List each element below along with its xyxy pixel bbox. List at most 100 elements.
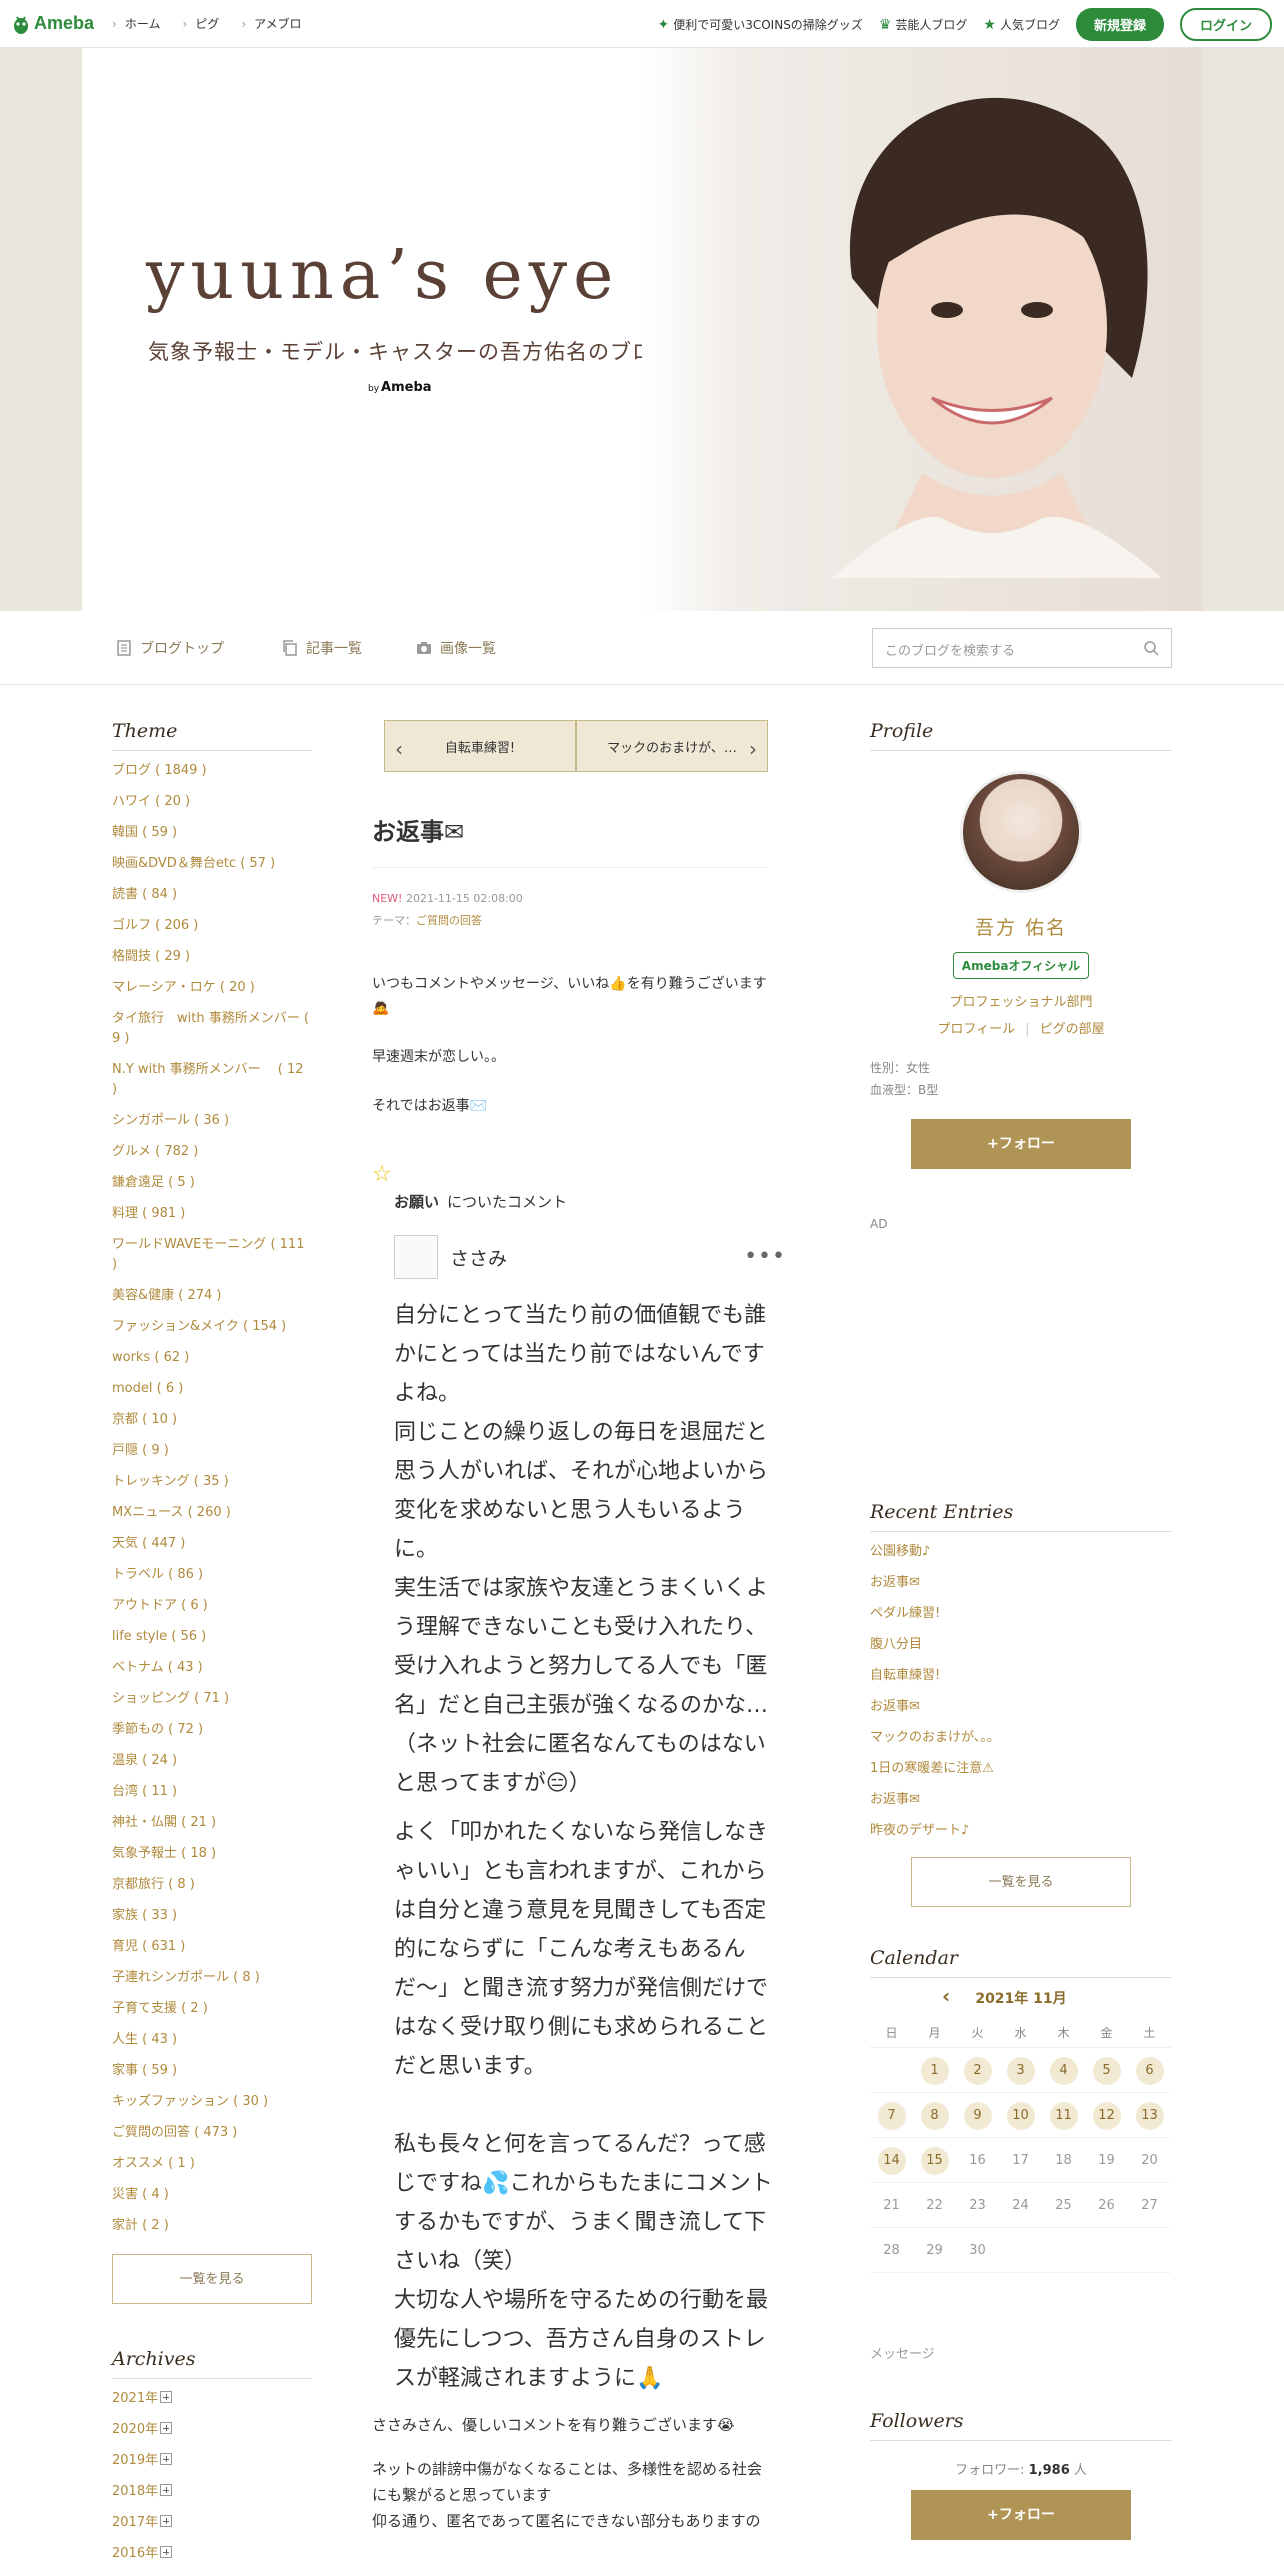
theme-item[interactable]: ワールドWAVEモーニング ( 111 ) (112, 1235, 312, 1275)
theme-item[interactable]: 京都旅行 ( 8 ) (112, 1875, 312, 1895)
theme-item[interactable]: オススメ ( 1 ) (112, 2154, 312, 2174)
entry-list-link[interactable]: 記事一覧 (282, 638, 362, 658)
register-button[interactable]: 新規登録 (1075, 8, 1164, 41)
theme-item[interactable]: 神社・仏閣 ( 21 ) (112, 1813, 312, 1833)
theme-item[interactable]: シンガポール ( 36 ) (112, 1111, 312, 1131)
recent-entry-item[interactable]: 1日の寒暖差に注意⚠ (870, 1759, 1172, 1779)
theme-item[interactable]: works ( 62 ) (112, 1348, 312, 1368)
recent-entry-item[interactable]: 腹八分目 (870, 1635, 1172, 1655)
theme-more-button[interactable]: 一覧を見る (112, 2254, 312, 2304)
follow-button[interactable]: +フォロー (911, 1119, 1131, 1169)
search-icon[interactable] (1143, 640, 1159, 656)
promo-link[interactable]: ✦ 便利で可愛い3COINSの掃除グッズ (657, 16, 862, 33)
blog-search-input[interactable]: このブログを検索する (872, 628, 1172, 668)
archive-item[interactable]: 2019年 (112, 2451, 312, 2471)
theme-item[interactable]: マレーシア・ロケ ( 20 ) (112, 978, 312, 998)
theme-item[interactable]: MXニュース ( 260 ) (112, 1503, 312, 1523)
theme-item[interactable]: 気象予報士 ( 18 ) (112, 1844, 312, 1864)
calendar-day[interactable]: 14 (870, 2138, 913, 2183)
calendar-day[interactable]: 11 (1042, 2093, 1085, 2138)
calendar-day[interactable]: 15 (913, 2138, 956, 2183)
archive-item[interactable]: 2018年 (112, 2482, 312, 2502)
calendar-day[interactable]: 6 (1128, 2048, 1171, 2093)
theme-item[interactable]: 京都 ( 10 ) (112, 1410, 312, 1430)
calendar-day[interactable]: 10 (999, 2093, 1042, 2138)
theme-item[interactable]: 天気 ( 447 ) (112, 1534, 312, 1554)
theme-item[interactable]: トレッキング ( 35 ) (112, 1472, 312, 1492)
theme-item[interactable]: ベトナム ( 43 ) (112, 1658, 312, 1678)
calendar-day[interactable]: 7 (870, 2093, 913, 2138)
calendar-day[interactable]: 13 (1128, 2093, 1171, 2138)
theme-item[interactable]: 子育て支援 ( 2 ) (112, 1999, 312, 2019)
avatar[interactable] (394, 1235, 438, 1279)
archive-item[interactable]: 2021年 (112, 2389, 312, 2409)
archive-item[interactable]: 2017年 (112, 2513, 312, 2533)
profile-name[interactable]: 吾方 佑名 (870, 913, 1172, 940)
expand-plus-icon[interactable] (160, 2515, 173, 2527)
calendar-day[interactable]: 2 (956, 2048, 999, 2093)
theme-item[interactable]: model ( 6 ) (112, 1379, 312, 1399)
recent-entry-item[interactable]: ペダル練習! (870, 1604, 1172, 1624)
theme-item[interactable]: ショッピング ( 71 ) (112, 1689, 312, 1709)
calendar-day[interactable]: 12 (1085, 2093, 1128, 2138)
theme-item[interactable]: 季節もの ( 72 ) (112, 1720, 312, 1740)
more-options-icon[interactable]: ••• (744, 1244, 786, 1269)
profile-photo[interactable] (960, 771, 1082, 893)
theme-item[interactable]: 家事 ( 59 ) (112, 2061, 312, 2081)
calendar-day[interactable]: 5 (1085, 2048, 1128, 2093)
theme-item[interactable]: アウトドア ( 6 ) (112, 1596, 312, 1616)
recent-entry-item[interactable]: お返事✉ (870, 1790, 1172, 1810)
profile-category[interactable]: プロフェッショナル部門 (870, 989, 1172, 1016)
calendar-day[interactable]: 9 (956, 2093, 999, 2138)
theme-item[interactable]: 家族 ( 33 ) (112, 1906, 312, 1926)
profile-link[interactable]: プロフィール (937, 1022, 1015, 1037)
recent-entry-item[interactable]: 公園移動♪ (870, 1542, 1172, 1562)
calendar-day[interactable]: 3 (999, 2048, 1042, 2093)
calendar-day[interactable]: 8 (913, 2093, 956, 2138)
archive-item[interactable]: 2016年 (112, 2544, 312, 2564)
recent-entry-item[interactable]: 昨夜のデザート♪ (870, 1821, 1172, 1841)
theme-item[interactable]: 格闘技 ( 29 ) (112, 947, 312, 967)
theme-item[interactable]: 人生 ( 43 ) (112, 2030, 312, 2050)
prev-entry-button[interactable]: ‹ 自転車練習! (384, 720, 576, 772)
image-list-link[interactable]: 画像一覧 (416, 638, 496, 658)
theme-item[interactable]: 子連れシンガポール ( 8 ) (112, 1968, 312, 1988)
calendar-day[interactable]: 1 (913, 2048, 956, 2093)
theme-item[interactable]: life style ( 56 ) (112, 1627, 312, 1647)
expand-plus-icon[interactable] (160, 2453, 173, 2465)
theme-item[interactable]: 温泉 ( 24 ) (112, 1751, 312, 1771)
theme-item[interactable]: キッズファッション ( 30 ) (112, 2092, 312, 2112)
theme-item[interactable]: ブログ ( 1849 ) (112, 761, 312, 781)
theme-item[interactable]: ゴルフ ( 206 ) (112, 916, 312, 936)
entry-theme-link[interactable]: ご質問の回答 (416, 914, 482, 927)
theme-item[interactable]: 料理 ( 981 ) (112, 1204, 312, 1224)
expand-plus-icon[interactable] (160, 2391, 173, 2403)
theme-item[interactable]: タイ旅行 with 事務所メンバー ( 9 ) (112, 1009, 312, 1049)
theme-item[interactable]: 韓国 ( 59 ) (112, 823, 312, 843)
pigg-room-link[interactable]: ピグの部屋 (1040, 1022, 1105, 1037)
theme-item[interactable]: 映画&DVD＆舞台etc ( 57 ) (112, 854, 312, 874)
recent-entry-item[interactable]: マックのおまけが、。。 (870, 1728, 1172, 1748)
nav-home[interactable]: ホーム (112, 15, 161, 32)
comment-entry-name[interactable]: お願い (394, 1193, 439, 1211)
recent-entry-item[interactable]: お返事✉ (870, 1697, 1172, 1717)
nav-ameblo[interactable]: アメブロ (241, 15, 301, 32)
blog-top-link[interactable]: ブログトップ (116, 638, 224, 658)
theme-item[interactable]: グルメ ( 782 ) (112, 1142, 312, 1162)
celebrity-blog-link[interactable]: ♛ 芸能人ブログ (879, 16, 968, 33)
theme-item[interactable]: 鎌倉遠足 ( 5 ) (112, 1173, 312, 1193)
login-button[interactable]: ログイン (1179, 8, 1272, 41)
theme-item[interactable]: 家計 ( 2 ) (112, 2216, 312, 2236)
theme-item[interactable]: ご質問の回答 ( 473 ) (112, 2123, 312, 2143)
theme-item[interactable]: トラベル ( 86 ) (112, 1565, 312, 1585)
expand-plus-icon[interactable] (160, 2484, 173, 2496)
ameba-logo[interactable]: Ameba (12, 13, 94, 35)
archive-item[interactable]: 2020年 (112, 2420, 312, 2440)
calendar-day[interactable]: 4 (1042, 2048, 1085, 2093)
theme-item[interactable]: ハワイ ( 20 ) (112, 792, 312, 812)
theme-item[interactable]: 読書 ( 84 ) (112, 885, 312, 905)
recent-more-button[interactable]: 一覧を見る (911, 1857, 1131, 1907)
next-entry-button[interactable]: マックのおまけが、… › (576, 720, 768, 772)
theme-item[interactable]: 災害 ( 4 ) (112, 2185, 312, 2205)
popular-blog-link[interactable]: ★ 人気ブログ (983, 16, 1060, 33)
